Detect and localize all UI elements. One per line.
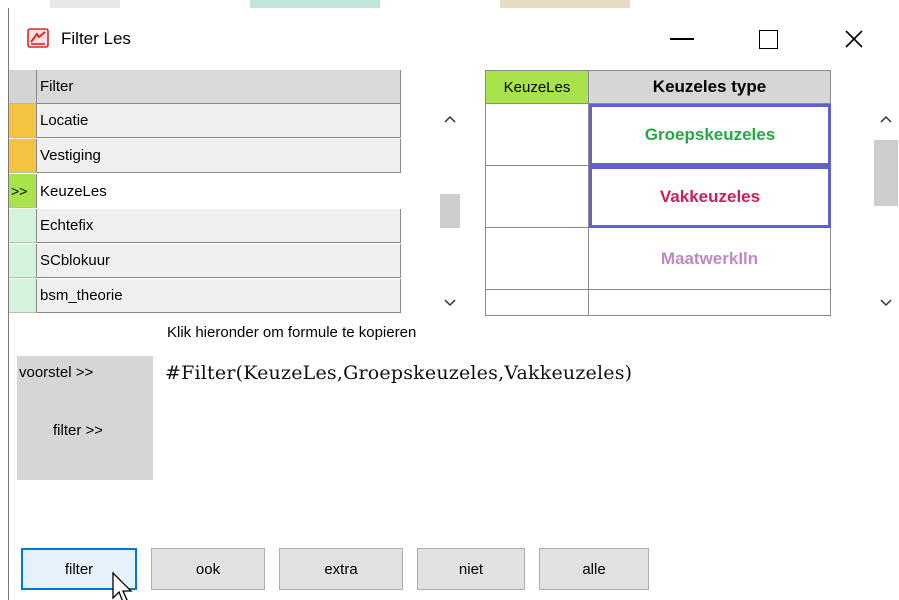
filter-list-row[interactable]: >> KeuzeLes — [9, 174, 401, 208]
window-title: Filter Les — [61, 29, 131, 48]
close-button[interactable] — [831, 16, 877, 62]
keuzeles-cell[interactable] — [485, 228, 589, 290]
row-indicator[interactable] — [9, 244, 37, 278]
scroll-down-icon[interactable] — [873, 290, 899, 316]
keuzeles-type-grid: KeuzeLes Keuzeles type Groepskeuzeles Vak… — [485, 70, 831, 316]
filter-app-icon — [27, 28, 49, 48]
filter-list-item-label[interactable]: Echtefix — [37, 209, 401, 243]
voorstel-label[interactable]: voorstel >> — [19, 364, 93, 381]
filter-list-item-label[interactable]: bsm_theorie — [37, 279, 401, 313]
keuzeles-type-column-header[interactable]: Keuzeles type — [589, 70, 831, 104]
filter-label[interactable]: filter >> — [53, 422, 103, 439]
background-app-strip — [0, 0, 899, 8]
minimize-icon — [670, 38, 694, 40]
formula-text[interactable]: #Filter(KeuzeLes,Groepskeuzeles,Vakkeuze… — [165, 362, 632, 384]
filter-list-item-label[interactable]: Locatie — [37, 104, 401, 138]
scrollbar-thumb[interactable] — [440, 194, 460, 228]
filter-list-row[interactable]: SCblokuur — [9, 244, 401, 278]
keuzeles-cell[interactable] — [485, 290, 589, 316]
type-list-scrollbar[interactable] — [871, 106, 899, 316]
scroll-up-icon[interactable] — [437, 106, 463, 132]
keuzeles-type-cell[interactable]: Groepskeuzeles — [589, 104, 831, 166]
filter-list-scrollbar[interactable] — [437, 106, 463, 316]
keuzeles-cell[interactable] — [485, 166, 589, 228]
row-indicator[interactable] — [9, 104, 37, 138]
row-indicator[interactable] — [9, 209, 37, 243]
filter-list-header-row: Filter — [9, 70, 401, 104]
filter-list-row[interactable]: Locatie — [9, 104, 401, 138]
row-indicator[interactable] — [9, 139, 37, 173]
scroll-up-icon[interactable] — [873, 106, 899, 132]
copy-formula-hint: Klik hieronder om formule te kopieren — [167, 324, 417, 341]
filter-list-item-label[interactable]: KeuzeLes — [37, 174, 401, 208]
type-list-row[interactable]: Groepskeuzeles — [485, 104, 831, 166]
niet-button[interactable]: niet — [417, 548, 525, 590]
filter-column-header[interactable]: Filter — [37, 70, 401, 104]
title-bar: Filter Les — [9, 8, 899, 70]
row-indicator[interactable] — [9, 279, 37, 313]
mouse-pointer-icon — [112, 572, 133, 600]
filter-les-dialog: Filter Les Filter Locatie Vestiging >> Keuz… — [8, 8, 899, 600]
close-icon — [845, 30, 863, 48]
maximize-icon — [758, 29, 778, 49]
maximize-button[interactable] — [745, 16, 791, 62]
filter-list-row[interactable]: Vestiging — [9, 139, 401, 173]
filter-list-item-label[interactable]: SCblokuur — [37, 244, 401, 278]
row-indicator-header — [9, 70, 37, 104]
keuzeles-cell[interactable] — [485, 104, 589, 166]
keuzeles-type-cell[interactable]: MaatwerkIln — [589, 228, 831, 290]
keuzeles-type-cell[interactable]: Vakkeuzeles — [589, 166, 831, 228]
scroll-down-icon[interactable] — [437, 290, 463, 316]
alle-button[interactable]: alle — [539, 548, 649, 590]
type-list-row[interactable] — [485, 290, 831, 316]
keuzeles-column-header[interactable]: KeuzeLes — [485, 70, 589, 104]
ook-button[interactable]: ook — [151, 548, 265, 590]
type-list-row[interactable]: Vakkeuzeles — [485, 166, 831, 228]
formula-side-panel: voorstel >> filter >> — [17, 356, 153, 480]
filter-list-row[interactable]: Echtefix — [9, 209, 401, 243]
row-indicator[interactable]: >> — [9, 174, 37, 208]
keuzeles-type-cell[interactable] — [589, 290, 831, 316]
type-list-row[interactable]: MaatwerkIln — [485, 228, 831, 290]
filter-list-row[interactable]: bsm_theorie — [9, 279, 401, 313]
filter-list-item-label[interactable]: Vestiging — [37, 139, 401, 173]
filter-list-grid: Filter Locatie Vestiging >> KeuzeLes Echtefi… — [9, 70, 401, 316]
extra-button[interactable]: extra — [279, 548, 403, 590]
scrollbar-thumb[interactable] — [874, 140, 898, 206]
minimize-button[interactable] — [659, 16, 705, 62]
